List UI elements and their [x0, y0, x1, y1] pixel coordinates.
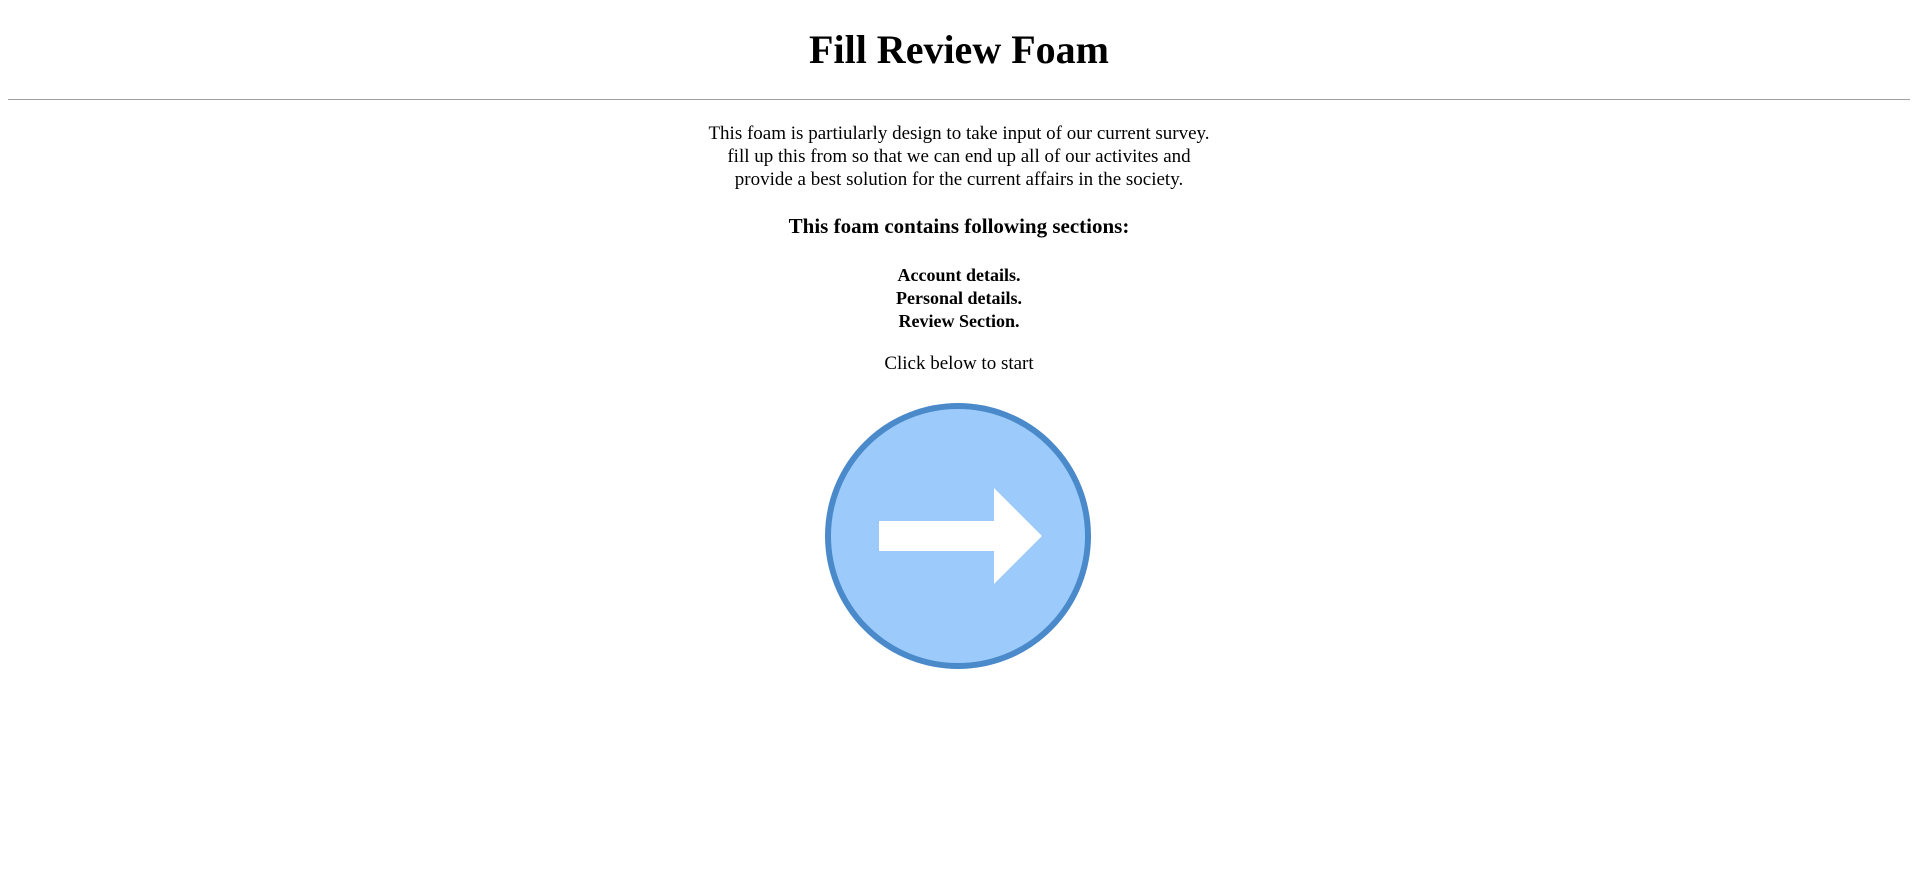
page-title: Fill Review Foam [809, 27, 1109, 72]
start-hint: Click below to start [884, 353, 1034, 374]
section-item-account: Account details. [897, 265, 1021, 285]
section-item-personal: Personal details. [896, 288, 1022, 308]
intro-text: This foam is partiularly design to take … [0, 122, 1918, 191]
arrow-right-circle-icon [825, 403, 1091, 669]
intro-line: provide a best solution for the current … [734, 169, 1184, 190]
header-divider [8, 99, 1910, 100]
sections-list: Account details. Personal details. Revie… [0, 264, 1918, 333]
start-button[interactable] [824, 402, 1092, 670]
sections-heading: This foam contains following sections: [788, 214, 1130, 238]
section-item-review: Review Section. [898, 311, 1020, 331]
intro-line: fill up this from so that we can end up … [727, 146, 1191, 167]
intro-line: This foam is partiularly design to take … [708, 123, 1210, 144]
